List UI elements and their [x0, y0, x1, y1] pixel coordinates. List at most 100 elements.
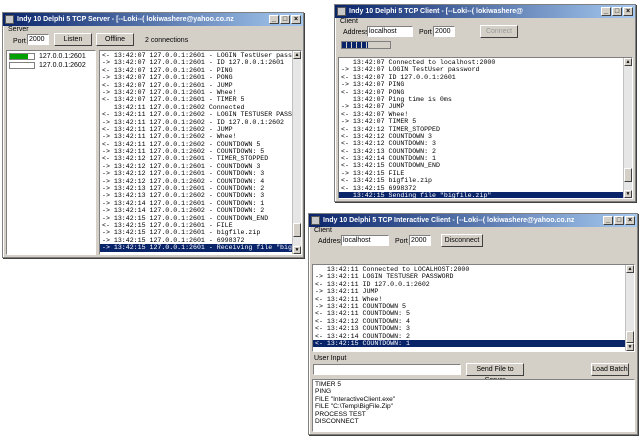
batch-commands[interactable]: TIMER 5 PING FILE "InteractiveClient.exe" F… — [312, 379, 635, 432]
log-line[interactable]: -> 13:42:14 127.0.0.1:2602 - COUNTDOWN: … — [100, 207, 293, 214]
minimize-button[interactable]: _ — [603, 216, 613, 225]
vertical-scrollbar[interactable]: ▲ ▼ — [292, 51, 301, 254]
log-line[interactable]: PING — [313, 388, 395, 395]
offline-button[interactable]: Offline — [96, 33, 134, 46]
port-input[interactable]: 2000 — [433, 26, 455, 37]
connect-button[interactable]: Connect — [480, 25, 518, 38]
log-line[interactable]: -> 13:42:07 127.0.0.1:2601 - PONG — [100, 74, 293, 81]
log-line[interactable]: -> 13:42:07 127.0.0.1:2601 - Whee! — [100, 89, 293, 96]
log-line[interactable]: -> 13:42:15 127.0.0.1:2601 - COUNTDOWN_E… — [100, 215, 293, 222]
list-item[interactable]: 127.0.0.1:2602 — [8, 62, 94, 70]
minimize-button[interactable]: _ — [601, 7, 611, 16]
list-item[interactable]: 127.0.0.1:2601 — [8, 53, 94, 61]
log-line[interactable]: -> 13:42:13 127.0.0.1:2602 - COUNTDOWN: … — [100, 192, 293, 199]
log-line[interactable]: 13:42:11 Connected to LOCALHOST:2000 — [313, 266, 626, 273]
log-line[interactable]: FILE "C:\Temp\BigFile.Zip" — [313, 403, 395, 410]
client-log[interactable]: 13:42:07 Connected to localhost:2000 -> 1… — [338, 57, 633, 199]
load-batch-button[interactable]: Load Batch — [591, 363, 629, 376]
log-line[interactable]: <- 13:42:07 127.0.0.1:2601 - PING — [100, 67, 293, 74]
log-line[interactable]: <- 13:42:12 COUNTDOWN: 3 — [339, 140, 624, 147]
log-line[interactable]: <- 13:42:07 PONG — [339, 89, 624, 96]
interactive-title-bar[interactable]: Indy 10 Delphi 5 TCP Interactive Client … — [309, 214, 637, 227]
log-line[interactable]: -> 13:42:11 JUMP — [313, 288, 626, 295]
log-line[interactable]: -> 13:42:07 PING — [339, 81, 624, 88]
scroll-thumb[interactable] — [626, 331, 634, 343]
log-line[interactable]: <- 13:42:15 COUNTDOWN: 1 — [313, 339, 626, 348]
address-input[interactable]: localhost — [341, 235, 389, 246]
log-line[interactable]: -> 13:42:11 127.0.0.1:2602 - ID 127.0.0.… — [100, 119, 293, 126]
log-line[interactable]: <- 13:42:07 127.0.0.1:2601 - TIMER 5 — [100, 96, 293, 103]
log-line[interactable]: 13:42:15 Sending file "bigfile.zip" — [339, 192, 624, 198]
log-line[interactable]: <- 13:42:07 Whee! — [339, 111, 624, 118]
log-line[interactable]: -> 13:42:14 127.0.0.1:2601 - COUNTDOWN: … — [100, 200, 293, 207]
disconnect-button[interactable]: Disconnect — [441, 234, 483, 247]
log-line[interactable]: -> 13:42:11 LOGIN TESTUSER PASSWORD — [313, 273, 626, 280]
log-line[interactable]: <- 13:42:12 127.0.0.1:2601 - TIMER_STOPP… — [100, 155, 293, 162]
log-line[interactable]: DISCONNECT — [313, 418, 395, 425]
log-line[interactable]: <- 13:42:15 bigfile.zip — [339, 177, 624, 184]
log-line[interactable]: <- 13:42:11 ID 127.0.0.1:2602 — [313, 281, 626, 288]
maximize-button[interactable]: □ — [280, 15, 290, 24]
log-line[interactable]: -> 13:42:11 COUNTDOWN 5 — [313, 303, 626, 310]
address-input[interactable]: localhost — [367, 26, 413, 37]
log-line[interactable]: -> 13:42:15 127.0.0.1:2601 - bigfile.zip — [100, 229, 293, 236]
log-line[interactable]: -> 13:42:15 FILE — [339, 170, 624, 177]
send-file-button[interactable]: Send File to Server — [466, 363, 524, 384]
scroll-up-icon[interactable]: ▲ — [293, 51, 301, 59]
server-title-bar[interactable]: Indy 10 Delphi 5 TCP Server - [--Loki--(… — [3, 13, 303, 26]
log-line[interactable]: <- 13:42:12 TIMER_STOPPED — [339, 126, 624, 133]
minimize-button[interactable]: _ — [269, 15, 279, 24]
log-line[interactable]: <- 13:42:12 COUNTDOWN: 4 — [313, 318, 626, 325]
log-line[interactable]: -> 13:42:11 127.0.0.1:2602 - COUNTDOWN: … — [100, 148, 293, 155]
log-line[interactable]: -> 13:42:07 LOGIN TestUser password — [339, 66, 624, 73]
log-line[interactable]: <- 13:42:11 Whee! — [313, 296, 626, 303]
log-line[interactable]: <- 13:42:14 COUNTDOWN: 2 — [313, 333, 626, 340]
log-line[interactable]: <- 13:42:11 127.0.0.1:2602 - COUNTDOWN 5 — [100, 141, 293, 148]
log-line[interactable]: -> 13:42:11 127.0.0.1:2602 - Whee! — [100, 133, 293, 140]
client-title-bar[interactable]: Indy 10 Delphi 5 TCP Client - [--Loki--(… — [335, 5, 635, 18]
listen-button[interactable]: Listen — [54, 33, 92, 46]
log-line[interactable]: 13:42:07 Connected to localhost:2000 — [339, 59, 624, 66]
log-line[interactable]: -> 13:42:12 127.0.0.1:2601 - COUNTDOWN: … — [100, 170, 293, 177]
close-button[interactable]: × — [623, 7, 633, 16]
log-line[interactable]: -> 13:42:13 127.0.0.1:2601 - COUNTDOWN: … — [100, 185, 293, 192]
scroll-down-icon[interactable]: ▼ — [626, 343, 634, 351]
log-line[interactable]: <- 13:42:15 127.0.0.1:2601 - FILE — [100, 222, 293, 229]
scroll-up-icon[interactable]: ▲ — [624, 58, 632, 66]
log-line[interactable]: FILE "InteractiveClient.exe" — [313, 396, 395, 403]
log-line[interactable]: PROCESS TEST — [313, 411, 395, 418]
client-list[interactable]: 127.0.0.1:2601 127.0.0.1:2602 — [6, 50, 96, 255]
vertical-scrollbar[interactable]: ▲ ▼ — [623, 58, 632, 198]
log-line[interactable]: -> 13:42:07 JUMP — [339, 103, 624, 110]
log-line[interactable]: <- 13:42:14 COUNTDOWN: 1 — [339, 155, 624, 162]
close-button[interactable]: × — [291, 15, 301, 24]
user-input-field[interactable] — [313, 364, 461, 375]
scroll-up-icon[interactable]: ▲ — [626, 265, 634, 273]
log-line[interactable]: <- 13:42:11 127.0.0.1:2602 - LOGIN TESTU… — [100, 111, 301, 118]
log-line[interactable]: TIMER 5 — [313, 381, 395, 388]
log-line[interactable]: -> 13:42:12 127.0.0.1:2602 - COUNTDOWN: … — [100, 178, 293, 185]
log-line[interactable]: <- 13:42:11 127.0.0.1:2602 - JUMP — [100, 126, 293, 133]
log-line[interactable]: <- 13:42:07 127.0.0.1:2601 - JUMP — [100, 82, 293, 89]
log-line[interactable]: <- 13:42:15 6998372 — [339, 185, 624, 192]
log-line[interactable]: <- 13:42:13 COUNTDOWN: 2 — [339, 148, 624, 155]
close-button[interactable]: × — [625, 216, 635, 225]
log-line[interactable]: -> 13:42:07 TIMER 5 — [339, 118, 624, 125]
log-line[interactable]: -> 13:42:07 127.0.0.1:2601 - ID 127.0.0.… — [100, 59, 293, 66]
scroll-thumb[interactable] — [293, 223, 301, 237]
maximize-button[interactable]: □ — [612, 7, 622, 16]
log-line[interactable]: <- 13:42:15 COUNTDOWN_END — [339, 162, 624, 169]
log-line[interactable]: -> 13:42:15 127.0.0.1:2601 - Receiving f… — [100, 244, 300, 252]
log-line[interactable]: -> 13:42:12 127.0.0.1:2601 - COUNTDOWN 3 — [100, 163, 293, 170]
log-line[interactable]: <- 13:42:07 127.0.0.1:2601 - LOGIN TestU… — [100, 52, 301, 59]
log-line[interactable]: 13:42:11 127.0.0.1:2602 Connected — [100, 104, 293, 111]
port-input[interactable]: 2000 — [409, 235, 431, 246]
log-line[interactable]: <- 13:42:12 COUNTDOWN 3 — [339, 133, 624, 140]
vertical-scrollbar[interactable]: ▲ ▼ — [625, 265, 634, 351]
log-line[interactable]: 13:42:07 Ping time is 0ms — [339, 96, 624, 103]
scroll-down-icon[interactable]: ▼ — [293, 246, 301, 254]
log-line[interactable]: -> 13:42:15 127.0.0.1:2601 - 6998372 — [100, 237, 293, 244]
scroll-down-icon[interactable]: ▼ — [624, 190, 632, 198]
log-line[interactable]: <- 13:42:11 COUNTDOWN: 5 — [313, 310, 626, 317]
log-line[interactable]: <- 13:42:13 COUNTDOWN: 3 — [313, 325, 626, 332]
